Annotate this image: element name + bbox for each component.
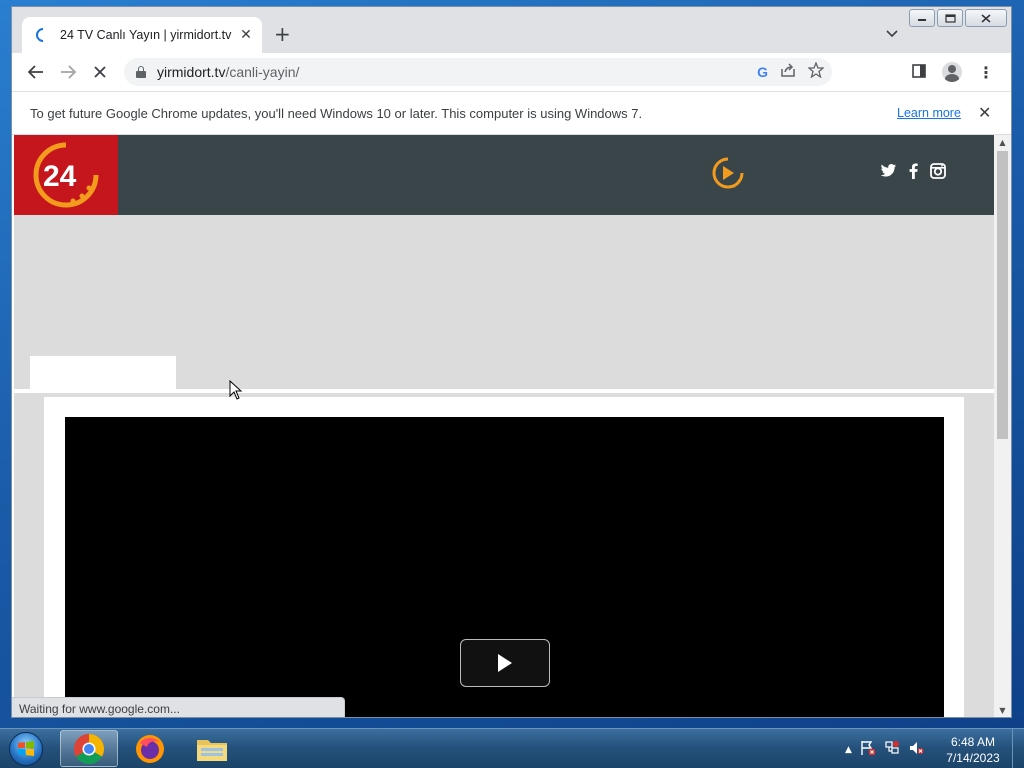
social-links bbox=[880, 163, 946, 179]
side-panel-icon[interactable] bbox=[912, 63, 926, 81]
taskbar: ▲ 6:48 AM 7/14/2023 bbox=[0, 728, 1024, 768]
close-window-button[interactable] bbox=[965, 9, 1007, 27]
folder-icon bbox=[197, 739, 227, 761]
video-player[interactable] bbox=[65, 417, 944, 717]
clock-time: 6:48 AM bbox=[950, 735, 996, 749]
new-tab-button[interactable]: + bbox=[274, 24, 291, 44]
show-desktop-button[interactable] bbox=[1012, 729, 1024, 768]
url-text[interactable]: yirmidort.tv/canli-yayin/ bbox=[157, 64, 299, 80]
action-center-flag-icon[interactable] bbox=[860, 740, 876, 759]
svg-text:24: 24 bbox=[43, 160, 77, 193]
mouse-cursor-icon bbox=[229, 379, 243, 403]
content-tab-placeholder bbox=[30, 356, 176, 389]
taskbar-clock[interactable]: 6:48 AM 7/14/2023 bbox=[938, 734, 1008, 766]
page-viewport: 24 bbox=[14, 135, 994, 717]
forward-button[interactable] bbox=[52, 58, 84, 86]
chrome-menu-icon[interactable]: ⋮ bbox=[978, 63, 994, 82]
volume-muted-icon[interactable] bbox=[908, 740, 924, 759]
site-header: 24 bbox=[14, 135, 994, 215]
scroll-up-arrow-icon[interactable]: ▲ bbox=[994, 137, 1011, 149]
twitter-icon[interactable] bbox=[880, 164, 897, 178]
chrome-icon bbox=[73, 733, 105, 764]
infobar-message: To get future Google Chrome updates, you… bbox=[30, 105, 643, 121]
show-hidden-icons-icon[interactable]: ▲ bbox=[845, 745, 852, 755]
update-infobar: To get future Google Chrome updates, you… bbox=[12, 91, 1011, 135]
window-controls bbox=[909, 9, 1007, 27]
facebook-icon[interactable] bbox=[909, 163, 918, 179]
network-icon[interactable] bbox=[884, 740, 900, 759]
browser-toolbar: yirmidort.tv/canli-yayin/ G ⋮ bbox=[12, 53, 1011, 91]
video-play-button[interactable] bbox=[460, 639, 550, 687]
lock-icon[interactable] bbox=[136, 66, 146, 78]
firefox-icon bbox=[136, 734, 164, 763]
learn-more-link[interactable]: Learn more bbox=[897, 106, 961, 120]
tab-strip: 24 TV Canlı Yayın | yirmidort.tv ✕ + bbox=[12, 7, 1011, 53]
taskbar-firefox[interactable] bbox=[121, 730, 179, 767]
address-bar[interactable]: yirmidort.tv/canli-yayin/ G bbox=[124, 58, 832, 86]
browser-window: 24 TV Canlı Yayın | yirmidort.tv ✕ + yir… bbox=[11, 6, 1012, 718]
maximize-button[interactable] bbox=[937, 9, 963, 27]
site-logo[interactable]: 24 bbox=[14, 135, 118, 215]
stop-button[interactable] bbox=[84, 58, 116, 86]
taskbar-explorer[interactable] bbox=[183, 730, 241, 767]
minimize-button[interactable] bbox=[909, 9, 935, 27]
taskbar-chrome[interactable] bbox=[60, 730, 118, 767]
loading-spinner-icon bbox=[33, 25, 53, 45]
back-button[interactable] bbox=[20, 58, 52, 86]
windows-logo-icon bbox=[9, 732, 43, 766]
live-play-icon[interactable] bbox=[711, 156, 745, 195]
tab-active[interactable]: 24 TV Canlı Yayın | yirmidort.tv ✕ bbox=[22, 17, 262, 53]
share-icon[interactable] bbox=[780, 63, 796, 81]
system-tray: ▲ bbox=[845, 740, 924, 759]
page-scrollbar[interactable]: ▲ ▼ bbox=[994, 135, 1011, 717]
bookmark-star-icon[interactable] bbox=[807, 61, 825, 82]
scrollbar-thumb[interactable] bbox=[997, 151, 1008, 439]
infobar-close-button[interactable]: ✕ bbox=[978, 103, 991, 122]
divider bbox=[14, 389, 994, 393]
tab-title: 24 TV Canlı Yayın | yirmidort.tv bbox=[60, 28, 232, 42]
profile-avatar-icon[interactable] bbox=[942, 62, 962, 82]
google-lens-icon[interactable]: G bbox=[757, 64, 768, 80]
clock-date: 7/14/2023 bbox=[946, 751, 1000, 765]
status-bubble: Waiting for www.google.com... bbox=[12, 697, 345, 717]
tab-search-chevron-icon[interactable] bbox=[886, 27, 898, 41]
start-button[interactable] bbox=[4, 730, 48, 768]
tab-close-button[interactable]: ✕ bbox=[236, 27, 256, 43]
scroll-down-arrow-icon[interactable]: ▼ bbox=[994, 705, 1011, 717]
instagram-icon[interactable] bbox=[930, 163, 946, 179]
